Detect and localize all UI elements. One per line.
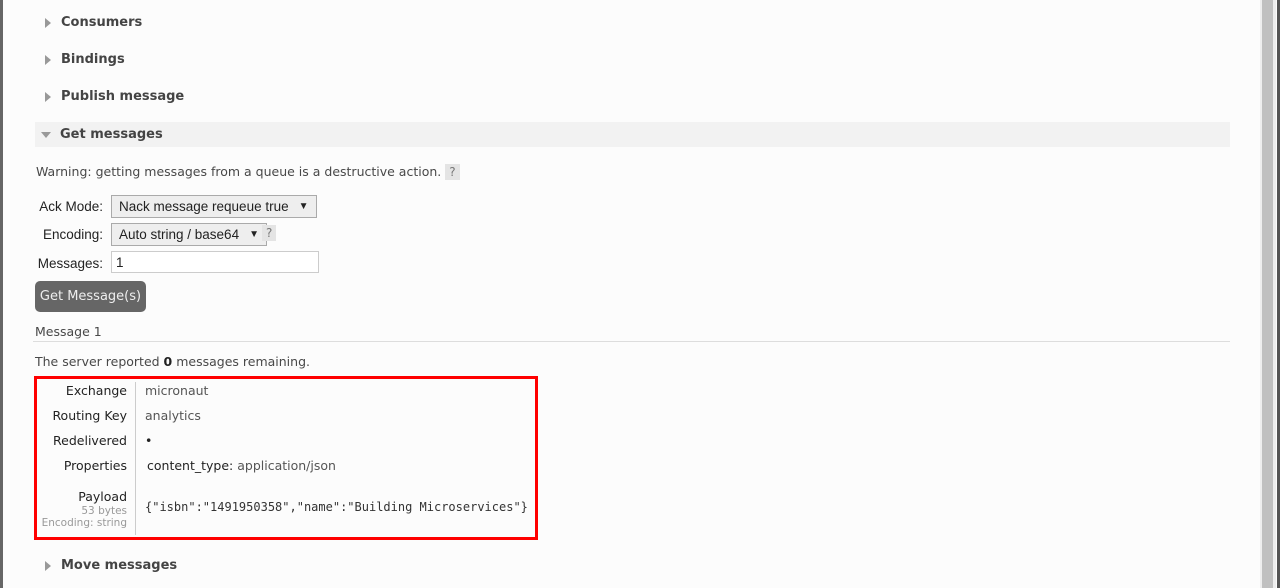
ack-mode-select[interactable]: Nack message requeue true ▼ (111, 195, 317, 218)
expand-triangle-icon (45, 17, 51, 28)
routing-key-value: analytics (145, 408, 201, 423)
warning-label: Warning: getting messages from a queue i… (36, 164, 442, 179)
remaining-pre: The server reported (35, 354, 164, 369)
messages-input[interactable] (111, 251, 319, 273)
expand-triangle-icon (45, 54, 51, 65)
ack-mode-label: Ack Mode: (39, 199, 103, 214)
section-get-messages[interactable]: Get messages (35, 122, 1230, 147)
dropdown-arrow-icon: ▼ (249, 229, 259, 240)
exchange-value: micronaut (145, 383, 209, 398)
section-title: Bindings (61, 52, 125, 67)
property-key: content_type: (147, 458, 234, 473)
exchange-label: Exchange (65, 383, 127, 398)
warning-text: Warning: getting messages from a queue i… (36, 164, 460, 180)
message-title: Message 1 (35, 324, 102, 339)
payload-size: 53 bytes (81, 505, 127, 517)
remaining-count: 0 (163, 354, 173, 369)
section-consumers[interactable]: Consumers (35, 10, 1230, 35)
scrollbar[interactable] (1260, 0, 1276, 588)
routing-key-label: Routing Key (52, 408, 127, 423)
encoding-value: Auto string / base64 (119, 227, 240, 242)
redelivered-label: Redelivered (53, 433, 127, 448)
redelivered-value: • (145, 433, 153, 448)
dropdown-arrow-icon: ▼ (298, 201, 309, 212)
encoding-select[interactable]: Auto string / base64 ▼ (111, 223, 267, 246)
section-title: Move messages (61, 558, 178, 573)
properties-label: Properties (63, 458, 127, 473)
remaining-post: messages remaining. (172, 354, 310, 369)
expand-triangle-icon (45, 560, 51, 571)
collapse-triangle-icon (41, 131, 51, 138)
encoding-help-button[interactable]: ? (262, 225, 277, 241)
payload-value: {"isbn":"1491950358","name":"Building Mi… (145, 500, 528, 514)
help-button[interactable]: ? (445, 164, 460, 180)
scrollbar-thumb[interactable] (1262, 0, 1273, 588)
window-border-left (0, 0, 3, 588)
messages-label: Messages: (37, 256, 103, 271)
property-value: application/json (237, 458, 336, 473)
section-publish-message[interactable]: Publish message (35, 84, 1230, 109)
section-title: Consumers (61, 15, 143, 30)
section-title: Get messages (60, 127, 163, 142)
divider (33, 341, 1230, 342)
divider (135, 382, 136, 535)
encoding-label: Encoding: (42, 227, 103, 242)
section-move-messages[interactable]: Move messages (35, 553, 1230, 578)
message-details-highlight: Exchange micronaut Routing Key analytics… (34, 376, 538, 540)
payload-encoding: Encoding: string (41, 517, 127, 529)
expand-triangle-icon (45, 91, 51, 102)
payload-label: Payload (78, 489, 127, 504)
properties-value: content_type: application/json (147, 458, 336, 473)
remaining-text: The server reported 0 messages remaining… (35, 354, 310, 369)
section-title: Publish message (61, 89, 185, 104)
section-bindings[interactable]: Bindings (35, 47, 1230, 72)
get-messages-button[interactable]: Get Message(s) (35, 281, 146, 312)
ack-mode-value: Nack message requeue true (119, 199, 289, 214)
